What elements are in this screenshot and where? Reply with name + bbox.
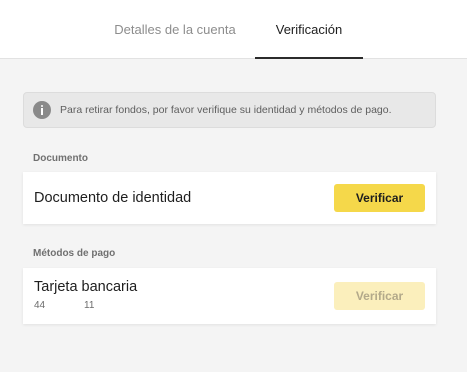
bank-card-card: Tarjeta bancaria 44 11 Verificar [23,268,436,324]
identity-document-card: Documento de identidad Verificar [23,172,436,224]
tab-account-details[interactable]: Detalles de la cuenta [96,0,254,58]
identity-document-title: Documento de identidad [34,190,192,206]
info-icon [33,101,51,119]
active-tab-indicator [255,57,363,59]
verify-identity-button[interactable]: Verificar [334,184,425,212]
verify-bank-card-button: Verificar [334,282,425,310]
notice-text: Para retirar fondos, por favor verifique… [60,104,392,116]
bank-card-title: Tarjeta bancaria [34,279,138,295]
info-notice: Para retirar fondos, por favor verifique… [23,92,436,128]
bank-card-number: 44 11 [34,300,95,311]
tab-verification[interactable]: Verificación [255,0,363,59]
tab-verification-label: Verificación [275,22,343,37]
section-label-payment-methods: Métodos de pago [33,248,116,259]
account-tabs: Detalles de la cuenta Verificación [0,0,467,59]
section-label-document: Documento [33,153,88,164]
